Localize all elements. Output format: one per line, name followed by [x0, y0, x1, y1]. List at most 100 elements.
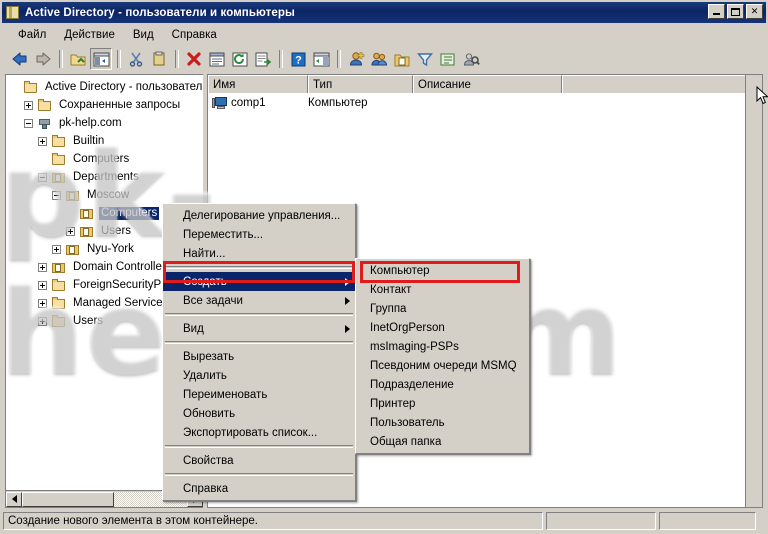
menu-item-help[interactable]: Справка	[163, 27, 226, 43]
back-icon[interactable]	[9, 48, 31, 70]
show-hide-action-pane-icon[interactable]	[310, 48, 332, 70]
tree-expander-minus-icon[interactable]	[52, 190, 61, 200]
refresh-icon[interactable]	[229, 48, 251, 70]
context-menu-item[interactable]: Свойства	[163, 451, 355, 470]
tree-node-label: pk-help.com	[59, 116, 122, 129]
properties-icon[interactable]	[206, 48, 228, 70]
context-menu-item[interactable]: Делегирование управления...	[163, 206, 355, 225]
scroll-thumb[interactable]	[22, 491, 114, 507]
show-hide-console-tree-icon[interactable]	[90, 48, 112, 70]
tree-node[interactable]: Departments	[6, 168, 203, 186]
title-bar[interactable]: Active Directory - пользователи и компью…	[2, 2, 766, 23]
export-list-icon[interactable]	[252, 48, 274, 70]
tree-node-label: Active Directory - пользователи и	[45, 80, 203, 93]
svg-text:?: ?	[295, 54, 302, 66]
tree-node[interactable]: Active Directory - пользователи и	[6, 78, 203, 96]
submenu-item[interactable]: Компьютер	[356, 261, 529, 280]
close-button[interactable]: ✕	[746, 4, 763, 19]
submenu-item[interactable]: Группа	[356, 299, 529, 318]
new-user-icon[interactable]	[345, 48, 367, 70]
saved-query-icon[interactable]	[460, 48, 482, 70]
menu-separator	[165, 473, 353, 476]
context-menu-item[interactable]: Обновить	[163, 404, 355, 423]
listview-column-header[interactable]: Тип	[308, 75, 413, 93]
table-row[interactable]: comp1 Компьютер	[208, 94, 762, 111]
submenu-item-label: Контакт	[370, 283, 412, 296]
list-vertical-scrollbar[interactable]	[745, 75, 762, 507]
create-submenu[interactable]: Компьютер Контакт Группа InetOrgPerson msIma…	[355, 258, 530, 454]
submenu-item[interactable]: Пользователь	[356, 413, 529, 432]
context-menu-item[interactable]: Найти...	[163, 244, 355, 263]
maximize-button[interactable]	[727, 4, 744, 19]
ou-icon	[65, 242, 81, 257]
tree-expander-plus-icon[interactable]	[52, 244, 61, 254]
tree-expander-plus-icon[interactable]	[38, 280, 47, 290]
tree-node-label: Computers	[99, 206, 160, 220]
tree-node[interactable]: Сохраненные запросы	[6, 96, 203, 114]
submenu-item[interactable]: Контакт	[356, 280, 529, 299]
context-menu-item[interactable]: Удалить	[163, 366, 355, 385]
listview-column-header[interactable]: Описание	[413, 75, 562, 93]
find-icon[interactable]	[437, 48, 459, 70]
submenu-item[interactable]: Подразделение	[356, 375, 529, 394]
listview-column-header[interactable]: Имя	[208, 75, 308, 93]
tree-expander-plus-icon[interactable]	[24, 100, 33, 110]
context-menu-item[interactable]: Переместить...	[163, 225, 355, 244]
context-menu-item-label: Экспортировать список...	[183, 426, 318, 439]
column-header-label: Тип	[313, 78, 333, 91]
submenu-item-label: InetOrgPerson	[370, 321, 445, 334]
menu-bar: Файл Действие Вид Справка	[3, 25, 765, 45]
menu-item-action[interactable]: Действие	[55, 27, 124, 43]
minimize-button[interactable]	[708, 4, 725, 19]
tree-node[interactable]: Builtin	[6, 132, 203, 150]
tree-node[interactable]: Computers	[6, 150, 203, 168]
tree-expander-minus-icon[interactable]	[38, 172, 47, 182]
scroll-left-button[interactable]	[6, 491, 22, 507]
context-menu-item[interactable]: Справка	[163, 479, 355, 498]
new-group-icon[interactable]	[368, 48, 390, 70]
tree-node-label: Moscow	[87, 188, 130, 201]
cut-icon[interactable]	[125, 48, 147, 70]
submenu-item-label: Пользователь	[370, 416, 445, 429]
submenu-item[interactable]: msImaging-PSPs	[356, 337, 529, 356]
menu-item-view[interactable]: Вид	[124, 27, 163, 43]
context-menu[interactable]: Делегирование управления... Переместить..…	[162, 203, 356, 501]
menu-item-file[interactable]: Файл	[9, 27, 55, 43]
submenu-item[interactable]: InetOrgPerson	[356, 318, 529, 337]
tree-expander-plus-icon[interactable]	[38, 136, 47, 146]
submenu-item[interactable]: Принтер	[356, 394, 529, 413]
submenu-item[interactable]: Псевдоним очереди MSMQ	[356, 356, 529, 375]
domain-icon	[37, 116, 53, 131]
delete-icon[interactable]	[183, 48, 205, 70]
tree-expander-plus-icon[interactable]	[38, 262, 47, 272]
listview-header[interactable]: Имя Тип Описание	[208, 75, 762, 93]
listview-column-header[interactable]	[562, 75, 747, 93]
context-menu-item[interactable]: Вырезать	[163, 347, 355, 366]
forward-icon[interactable]	[32, 48, 54, 70]
help-icon[interactable]: ?	[287, 48, 309, 70]
tree-node[interactable]: pk-help.com	[6, 114, 203, 132]
context-menu-item-label: Обновить	[183, 407, 236, 420]
tree-node[interactable]: Moscow	[6, 186, 203, 204]
console-folder-icon	[6, 5, 20, 20]
context-menu-item[interactable]: Вид	[163, 319, 355, 338]
column-header-label: Описание	[418, 78, 471, 91]
tree-expander-plus-icon[interactable]	[66, 226, 75, 236]
menu-separator	[165, 341, 353, 344]
toolbar-separator	[59, 50, 63, 68]
tree-expander-plus-icon[interactable]	[38, 298, 47, 308]
folder-icon	[51, 152, 67, 167]
up-one-level-icon[interactable]	[67, 48, 89, 70]
copy-icon[interactable]	[148, 48, 170, 70]
context-menu-item-label: Вид	[183, 322, 204, 335]
submenu-item[interactable]: Общая папка	[356, 432, 529, 451]
filter-icon[interactable]	[414, 48, 436, 70]
new-ou-icon[interactable]	[391, 48, 413, 70]
tree-expander-plus-icon[interactable]	[38, 316, 47, 326]
tree-expander-minus-icon[interactable]	[24, 118, 33, 128]
context-menu-item[interactable]: Создать	[163, 272, 355, 291]
context-menu-item[interactable]: Все задачи	[163, 291, 355, 310]
context-menu-item[interactable]: Переименовать	[163, 385, 355, 404]
ou-icon	[51, 170, 67, 185]
context-menu-item[interactable]: Экспортировать список...	[163, 423, 355, 442]
